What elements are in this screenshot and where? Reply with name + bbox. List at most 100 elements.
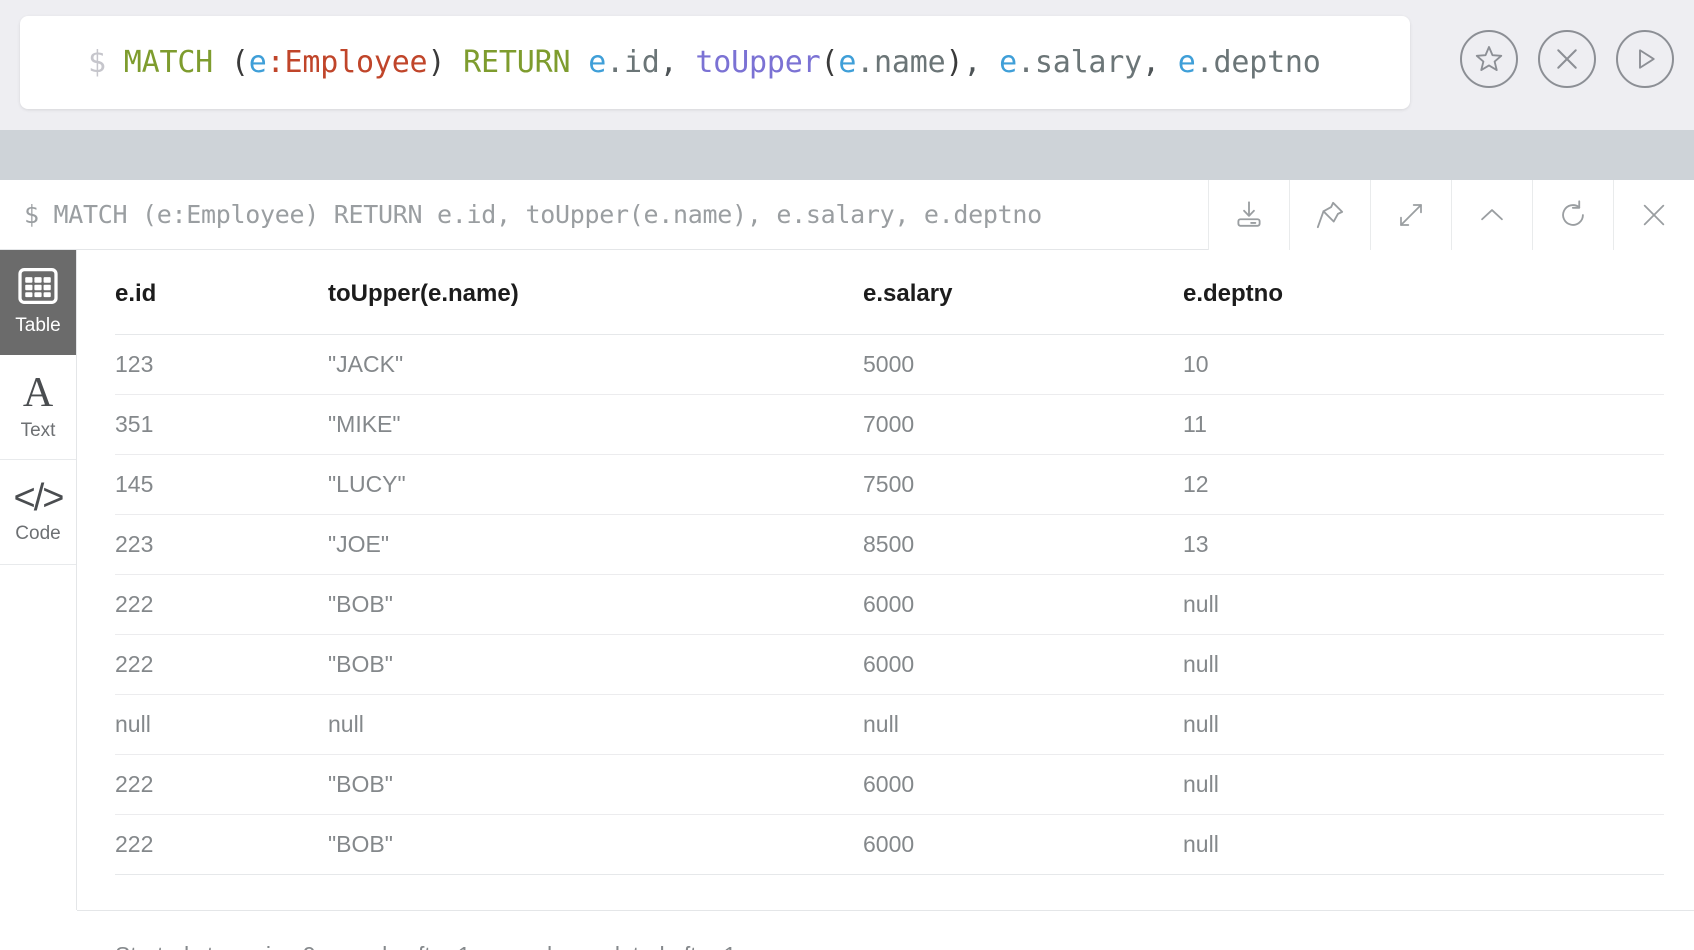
cell-e-id: 223 — [115, 514, 328, 575]
query-editor-card[interactable]: $ MATCH (e:Employee) RETURN e.id, toUppe… — [20, 16, 1410, 109]
cell-e-id: 222 — [115, 814, 328, 875]
cell-e-salary: 8500 — [863, 514, 1183, 575]
cell-e-name: "BOB" — [328, 574, 863, 635]
table-row: 351 "MIKE" 7000 11 — [115, 394, 1664, 455]
table-head: e.id toUpper(e.name) e.salary e.deptno — [115, 250, 1664, 335]
table-header-row: e.id toUpper(e.name) e.salary e.deptno — [115, 250, 1664, 335]
token-comma-2: , — [963, 44, 1000, 80]
expand-icon — [1395, 199, 1427, 231]
result-status-bar: Started streaming 9 records after 1 ms a… — [77, 910, 1694, 950]
cell-e-deptno: null — [1183, 754, 1664, 815]
token-function-toupper: toUpper — [695, 44, 821, 80]
cell-e-deptno: 10 — [1183, 334, 1664, 395]
sidebar-item-text[interactable]: A Text — [0, 355, 76, 460]
token-comma-3: , — [1142, 44, 1178, 80]
table-row: 222 "BOB" 6000 null — [115, 754, 1664, 815]
result-table-container: e.id toUpper(e.name) e.salary e.deptno 1… — [77, 250, 1694, 910]
cell-e-name: "JOE" — [328, 514, 863, 575]
cell-e-name: null — [328, 694, 863, 755]
close-frame-button[interactable] — [1613, 180, 1694, 250]
fullscreen-button[interactable] — [1370, 180, 1451, 250]
prompt-symbol: $ — [88, 44, 106, 80]
sidebar-item-code[interactable]: </> Code — [0, 460, 76, 565]
result-frame: $ MATCH (e:Employee) RETURN e.id, toUppe… — [0, 180, 1694, 950]
token-variable-e4: e — [999, 44, 1017, 80]
chevron-up-icon — [1475, 198, 1509, 232]
sidebar-item-label: Text — [20, 420, 56, 441]
token-label-employee: Employee — [284, 44, 428, 80]
table-row: 123 "JACK" 5000 10 — [115, 334, 1664, 395]
cell-e-name: "BOB" — [328, 754, 863, 815]
download-icon — [1232, 198, 1266, 232]
star-icon — [1473, 43, 1505, 75]
cell-e-id: 222 — [115, 754, 328, 815]
cell-e-salary: 7000 — [863, 394, 1183, 455]
column-header-e-id[interactable]: e.id — [115, 250, 328, 335]
cell-e-name: "LUCY" — [328, 454, 863, 515]
status-message: Started streaming 9 records after 1 ms a… — [115, 942, 780, 950]
run-button[interactable] — [1616, 30, 1674, 88]
play-icon — [1630, 44, 1660, 74]
cell-e-deptno: null — [1183, 634, 1664, 695]
table-row: 222 "BOB" 6000 null — [115, 814, 1664, 875]
token-match: MATCH — [105, 44, 214, 80]
cell-e-deptno: null — [1183, 814, 1664, 875]
cell-e-id: 351 — [115, 394, 328, 455]
cell-e-id: 145 — [115, 454, 328, 515]
download-button[interactable] — [1208, 180, 1289, 250]
cell-e-salary: 6000 — [863, 574, 1183, 635]
close-icon — [1638, 199, 1670, 231]
table-row: 223 "JOE" 8500 13 — [115, 514, 1664, 575]
cell-e-salary: 6000 — [863, 814, 1183, 875]
token-prop-id: .id — [606, 44, 660, 80]
cell-e-id: 222 — [115, 634, 328, 695]
result-table: e.id toUpper(e.name) e.salary e.deptno 1… — [115, 250, 1664, 875]
cell-e-name: "BOB" — [328, 634, 863, 695]
table-row: 145 "LUCY" 7500 12 — [115, 454, 1664, 515]
token-colon: : — [266, 44, 285, 80]
cell-e-salary: 7500 — [863, 454, 1183, 515]
query-editor-area: $ MATCH (e:Employee) RETURN e.id, toUppe… — [0, 0, 1694, 130]
token-paren-close: ) — [427, 44, 446, 80]
clear-button[interactable] — [1538, 30, 1596, 88]
sidebar-item-table[interactable]: Table — [0, 250, 76, 355]
editor-action-buttons — [1460, 30, 1674, 88]
favorite-button[interactable] — [1460, 30, 1518, 88]
cell-e-salary: 5000 — [863, 334, 1183, 395]
table-row: 222 "BOB" 6000 null — [115, 574, 1664, 635]
column-header-toupper-e-name[interactable]: toUpper(e.name) — [328, 250, 863, 335]
cell-e-deptno: 12 — [1183, 454, 1664, 515]
frame-toolbar — [1208, 180, 1694, 250]
column-header-e-deptno[interactable]: e.deptno — [1183, 250, 1664, 335]
token-prop-deptno: .deptno — [1195, 44, 1321, 80]
cell-e-name: "BOB" — [328, 814, 863, 875]
cell-e-deptno: 11 — [1183, 394, 1664, 455]
cell-e-name: "MIKE" — [328, 394, 863, 455]
cell-e-name: "JACK" — [328, 334, 863, 395]
cell-e-salary: 6000 — [863, 634, 1183, 695]
result-view-tabs: Table A Text </> Code — [0, 250, 77, 910]
collapse-button[interactable] — [1451, 180, 1532, 250]
frame-header: $ MATCH (e:Employee) RETURN e.id, toUppe… — [0, 180, 1694, 250]
frame-title: $ MATCH (e:Employee) RETURN e.id, toUppe… — [24, 200, 1042, 229]
token-variable-e1: e — [248, 44, 267, 80]
token-prop-name: .name — [856, 44, 946, 80]
token-variable-e2: e — [570, 44, 607, 80]
column-header-e-salary[interactable]: e.salary — [863, 250, 1183, 335]
pin-button[interactable] — [1289, 180, 1370, 250]
token-variable-e5: e — [1177, 44, 1196, 80]
token-paren-open: ( — [213, 44, 249, 80]
angle-brackets-icon: </> — [13, 477, 65, 519]
token-variable-e3: e — [838, 44, 857, 80]
frame-separator-band — [0, 130, 1694, 180]
sidebar-item-label: Code — [15, 523, 61, 544]
sidebar-item-label: Table — [15, 314, 61, 336]
token-paren-close-2: ) — [945, 44, 964, 80]
frame-body: Table A Text </> Code e.id toUpper(e.nam… — [0, 250, 1694, 910]
query-editor-text[interactable]: $ MATCH (e:Employee) RETURN e.id, toUppe… — [20, 44, 1321, 80]
table-grid-icon — [18, 267, 58, 309]
token-prop-salary: .salary — [1016, 44, 1143, 80]
token-comma-1: , — [659, 44, 696, 80]
cell-e-salary: null — [863, 694, 1183, 755]
refresh-button[interactable] — [1532, 180, 1613, 250]
